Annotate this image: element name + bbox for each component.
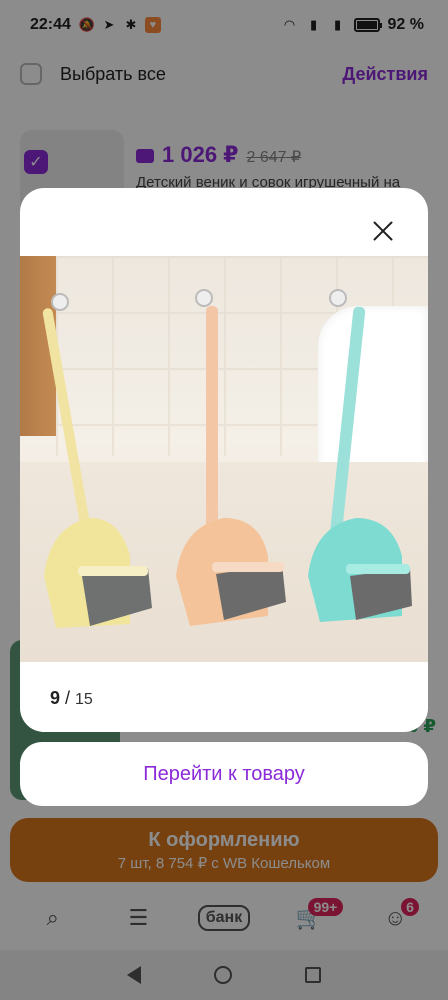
counter-separator: / (60, 688, 76, 708)
product-photo[interactable] (20, 256, 428, 662)
yellow-broom (42, 293, 152, 628)
peach-broom (176, 289, 286, 626)
mint-broom (308, 289, 412, 622)
close-icon[interactable] (372, 220, 394, 242)
go-to-product-button[interactable]: Перейти к товару (20, 742, 428, 806)
counter-current: 9 (50, 688, 61, 708)
broom-set-illustration (42, 289, 412, 628)
counter-total: 15 (75, 691, 93, 708)
photo-counter: 9 / 15 (50, 688, 93, 709)
image-viewer-modal: 9 / 15 (20, 188, 428, 732)
